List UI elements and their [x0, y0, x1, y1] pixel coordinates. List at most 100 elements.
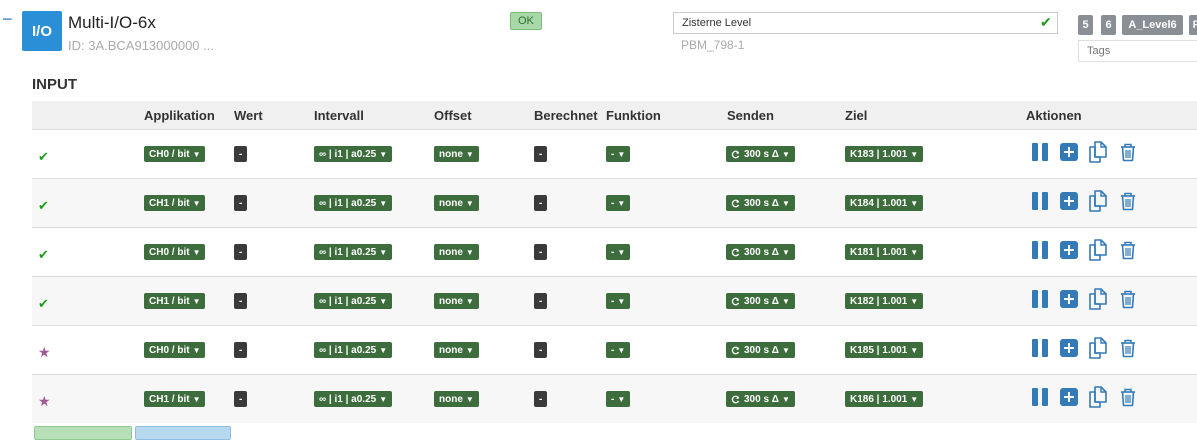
secondary-button[interactable]	[135, 426, 231, 440]
funktion-dropdown[interactable]: - ▼	[606, 342, 631, 358]
chip-label: ∞ | i1 | a0.25	[319, 197, 377, 209]
star-icon: ★	[38, 393, 51, 409]
chip-label: none	[439, 246, 463, 258]
berechnet-badge[interactable]: -	[534, 293, 548, 309]
copy-icon[interactable]	[1087, 190, 1109, 212]
wert-badge[interactable]: -	[234, 342, 248, 358]
applikation-dropdown[interactable]: CH0 / bit ▼	[144, 342, 206, 358]
chevron-down-icon: ▼	[465, 296, 474, 306]
trash-icon[interactable]	[1117, 141, 1139, 163]
senden-dropdown[interactable]: 300 s Δ ▼	[726, 195, 795, 211]
tags-input[interactable]	[1078, 40, 1197, 62]
senden-dropdown[interactable]: 300 s Δ ▼	[726, 391, 795, 407]
plus-square-icon[interactable]	[1058, 239, 1080, 261]
collapse-icon[interactable]: −	[2, 10, 13, 28]
applikation-dropdown[interactable]: CH1 / bit ▼	[144, 293, 206, 309]
funktion-dropdown[interactable]: - ▼	[606, 244, 631, 260]
trash-icon[interactable]	[1117, 386, 1139, 408]
pause-icon[interactable]	[1029, 190, 1051, 212]
trash-icon[interactable]	[1117, 337, 1139, 359]
star-icon: ★	[38, 344, 51, 360]
plus-square-icon[interactable]	[1058, 190, 1080, 212]
refresh-icon	[731, 150, 740, 159]
copy-icon[interactable]	[1087, 337, 1109, 359]
chip-label: CH0 / bit	[149, 246, 190, 258]
funktion-dropdown[interactable]: - ▼	[606, 391, 631, 407]
device-name-input[interactable]	[673, 12, 1058, 34]
plus-square-icon[interactable]	[1058, 288, 1080, 310]
pause-icon[interactable]	[1029, 337, 1051, 359]
refresh-icon	[731, 395, 740, 404]
berechnet-badge[interactable]: -	[534, 146, 548, 162]
applikation-dropdown[interactable]: CH0 / bit ▼	[144, 244, 206, 260]
copy-icon[interactable]	[1087, 239, 1109, 261]
pause-icon[interactable]	[1029, 239, 1051, 261]
berechnet-badge[interactable]: -	[534, 195, 548, 211]
copy-icon[interactable]	[1087, 288, 1109, 310]
tag-badge[interactable]: 6	[1101, 15, 1116, 35]
funktion-dropdown[interactable]: - ▼	[606, 293, 631, 309]
plus-square-icon[interactable]	[1058, 386, 1080, 408]
section-title: INPUT	[32, 76, 77, 93]
tag-badge[interactable]: A_Level6	[1122, 15, 1183, 35]
refresh-icon	[731, 297, 740, 306]
chevron-down-icon: ▼	[465, 198, 474, 208]
senden-dropdown[interactable]: 300 s Δ ▼	[726, 293, 795, 309]
berechnet-badge[interactable]: -	[534, 342, 548, 358]
applikation-dropdown[interactable]: CH1 / bit ▼	[144, 195, 206, 211]
wert-badge[interactable]: -	[234, 293, 248, 309]
applikation-dropdown[interactable]: CH1 / bit ▼	[144, 391, 206, 407]
funktion-dropdown[interactable]: - ▼	[606, 195, 631, 211]
wert-badge[interactable]: -	[234, 146, 248, 162]
column-header: Applikation	[144, 108, 215, 123]
plus-square-icon[interactable]	[1058, 141, 1080, 163]
offset-dropdown[interactable]: none ▼	[434, 391, 479, 407]
ziel-dropdown[interactable]: K182 | 1.001 ▼	[845, 293, 924, 309]
berechnet-badge[interactable]: -	[534, 391, 548, 407]
trash-icon[interactable]	[1117, 239, 1139, 261]
offset-dropdown[interactable]: none ▼	[434, 342, 479, 358]
wert-badge[interactable]: -	[234, 244, 248, 260]
tag-badge[interactable]: 5	[1078, 15, 1093, 35]
trash-icon[interactable]	[1117, 190, 1139, 212]
senden-dropdown[interactable]: 300 s Δ ▼	[726, 244, 795, 260]
funktion-dropdown[interactable]: - ▼	[606, 146, 631, 162]
applikation-dropdown[interactable]: CH0 / bit ▼	[144, 146, 206, 162]
offset-dropdown[interactable]: none ▼	[434, 146, 479, 162]
chevron-down-icon: ▼	[617, 345, 626, 355]
pause-icon[interactable]	[1029, 288, 1051, 310]
ziel-dropdown[interactable]: K185 | 1.001 ▼	[845, 342, 924, 358]
plus-square-icon[interactable]	[1058, 337, 1080, 359]
chip-label: ∞ | i1 | a0.25	[319, 344, 377, 356]
intervall-dropdown[interactable]: ∞ | i1 | a0.25 ▼	[314, 342, 393, 358]
pause-icon[interactable]	[1029, 141, 1051, 163]
intervall-dropdown[interactable]: ∞ | i1 | a0.25 ▼	[314, 293, 393, 309]
chip-label: -	[611, 344, 615, 356]
offset-dropdown[interactable]: none ▼	[434, 195, 479, 211]
berechnet-badge[interactable]: -	[534, 244, 548, 260]
senden-dropdown[interactable]: 300 s Δ ▼	[726, 146, 795, 162]
intervall-dropdown[interactable]: ∞ | i1 | a0.25 ▼	[314, 146, 393, 162]
trash-icon[interactable]	[1117, 288, 1139, 310]
ziel-dropdown[interactable]: K184 | 1.001 ▼	[845, 195, 924, 211]
ziel-dropdown[interactable]: K183 | 1.001 ▼	[845, 146, 924, 162]
intervall-dropdown[interactable]: ∞ | i1 | a0.25 ▼	[314, 244, 393, 260]
wert-badge[interactable]: -	[234, 391, 248, 407]
offset-dropdown[interactable]: none ▼	[434, 244, 479, 260]
chip-label: -	[539, 197, 543, 209]
add-button[interactable]	[34, 426, 132, 440]
check-icon: ✔	[38, 296, 49, 311]
ziel-dropdown[interactable]: K181 | 1.001 ▼	[845, 244, 924, 260]
copy-icon[interactable]	[1087, 141, 1109, 163]
pause-icon[interactable]	[1029, 386, 1051, 408]
wert-badge[interactable]: -	[234, 195, 248, 211]
tag-badge[interactable]: F	[1189, 15, 1197, 35]
senden-dropdown[interactable]: 300 s Δ ▼	[726, 342, 795, 358]
offset-dropdown[interactable]: none ▼	[434, 293, 479, 309]
intervall-dropdown[interactable]: ∞ | i1 | a0.25 ▼	[314, 195, 393, 211]
ziel-dropdown[interactable]: K186 | 1.001 ▼	[845, 391, 924, 407]
copy-icon[interactable]	[1087, 386, 1109, 408]
intervall-dropdown[interactable]: ∞ | i1 | a0.25 ▼	[314, 391, 393, 407]
chevron-down-icon: ▼	[782, 345, 790, 355]
chevron-down-icon: ▼	[617, 247, 626, 257]
